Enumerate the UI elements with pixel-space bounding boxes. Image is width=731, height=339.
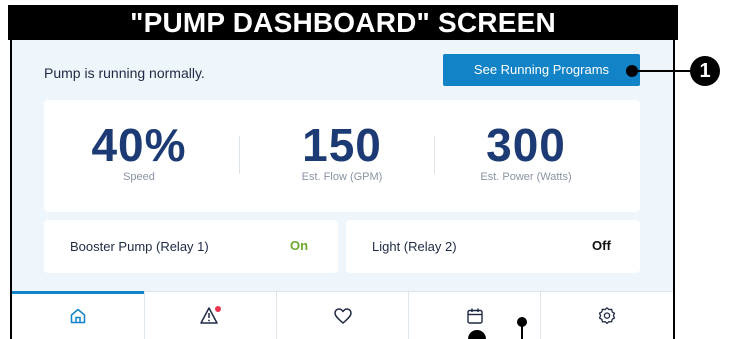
nav-favorites[interactable] [276,292,408,339]
settings-icon [598,306,616,324]
calendar-icon [466,308,483,324]
metrics-card: 40% Speed 150 Est. Flow (GPM) 300 Est. P… [44,100,640,212]
metric-power-label: Est. Power (Watts) [480,171,572,183]
see-running-programs-button[interactable]: See Running Programs [443,54,640,86]
metric-speed-value: 40% [91,119,187,171]
heart-icon [333,307,352,324]
metric-flow: 150 Est. Flow (GPM) [247,122,437,183]
nav-alerts[interactable] [144,292,276,339]
relay-label: Booster Pump (Relay 1) [70,239,209,254]
relay-state: Off [592,238,611,253]
metric-flow-value: 150 [302,119,382,171]
bottom-nav-bar [12,291,673,339]
metric-power: 300 Est. Power (Watts) [431,122,621,183]
relay-label: Light (Relay 2) [372,239,457,254]
callout-anchor-dot [517,317,527,327]
callout-number-badge: 1 [690,56,720,86]
metric-divider [239,136,240,174]
alert-badge-dot [214,305,221,312]
home-icon [70,308,86,323]
nav-settings[interactable] [540,292,673,339]
screen-title: "PUMP DASHBOARD" SCREEN [8,5,678,40]
relay-state: On [290,238,309,253]
metric-power-value: 300 [486,119,566,171]
nav-home[interactable] [12,291,144,339]
relay-card-light[interactable]: Light (Relay 2) Off [346,220,640,273]
pump-status-message: Pump is running normally. [44,65,205,81]
relay-card-booster-pump[interactable]: Booster Pump (Relay 1) On [44,220,338,273]
callout-leader-line [631,70,691,72]
alert-icon [199,305,221,324]
metric-speed: 40% Speed [44,122,234,183]
nav-active-indicator [12,291,144,294]
metric-flow-label: Est. Flow (GPM) [301,171,383,183]
callout-anchor-dot [626,65,638,77]
metric-speed-label: Speed [123,171,155,183]
pump-dashboard-screen: Pump is running normally. See Running Pr… [10,40,675,339]
